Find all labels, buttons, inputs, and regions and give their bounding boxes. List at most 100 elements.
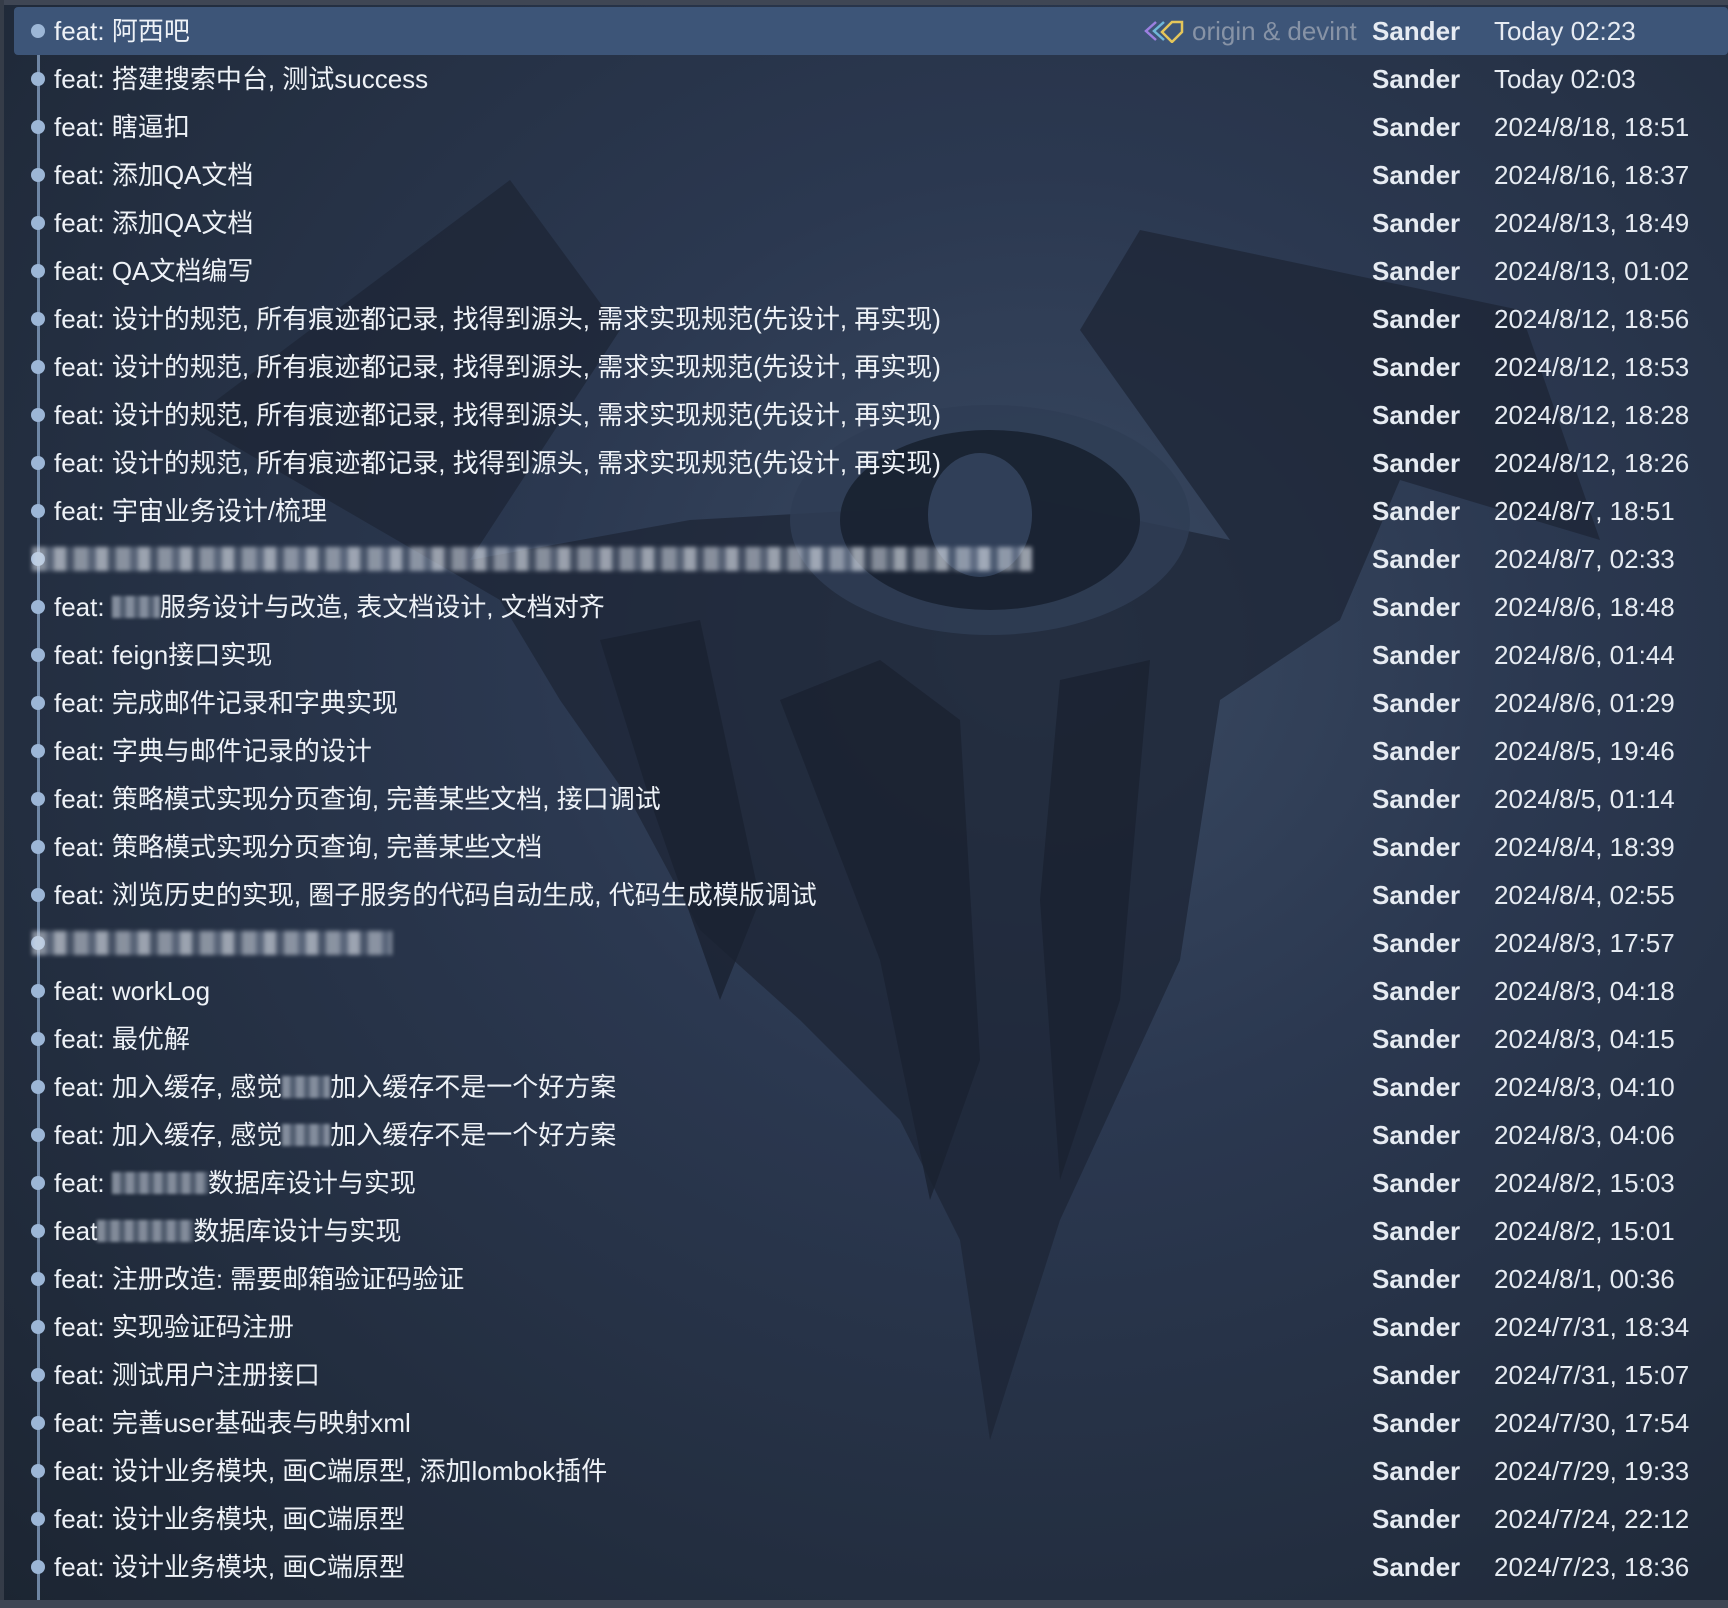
commit-message: feat: 宇宙业务设计/梳理 bbox=[54, 496, 328, 526]
commit-message: feat: 测试用户注册接口 bbox=[54, 1360, 320, 1390]
commit-row[interactable]: feat: 策略模式实现分页查询, 完善某些文档 Sander 2024/8/4, … bbox=[14, 823, 1728, 871]
commit-author: Sander bbox=[1372, 976, 1461, 1006]
commit-node-icon bbox=[31, 1032, 45, 1046]
commit-author: Sander bbox=[1372, 1120, 1461, 1150]
commit-date: 2024/8/4, 02:55 bbox=[1494, 880, 1675, 910]
commit-list: feat: 阿西吧 origin & devint Sander Today 02:2… bbox=[14, 7, 1728, 1591]
commit-date: 2024/8/18, 18:51 bbox=[1494, 112, 1690, 142]
redacted-message bbox=[32, 931, 392, 955]
commit-date: 2024/8/12, 18:53 bbox=[1494, 352, 1690, 382]
commit-message: feat: 完善user基础表与映射xml bbox=[54, 1408, 411, 1438]
commit-message: feat: 实现验证码注册 bbox=[54, 1312, 294, 1342]
commit-date: Today 02:03 bbox=[1494, 64, 1636, 94]
commit-node-icon bbox=[31, 600, 45, 614]
commit-row[interactable]: feat: QA文档编写 Sander 2024/8/13, 01:02 bbox=[14, 247, 1728, 295]
commit-row[interactable]: feat: 完成邮件记录和字典实现 Sander 2024/8/6, 01:29 bbox=[14, 679, 1728, 727]
commit-row[interactable]: feat: 字典与邮件记录的设计 Sander 2024/8/5, 19:46 bbox=[14, 727, 1728, 775]
commit-message: feat: 浏览历史的实现, 圈子服务的代码自动生成, 代码生成模版调试 bbox=[54, 880, 817, 910]
branch-refs-label: origin & devint bbox=[1142, 7, 1357, 55]
commit-row[interactable]: feat: 设计的规范, 所有痕迹都记录, 找得到源头, 需求实现规范(先设计,… bbox=[14, 295, 1728, 343]
commit-node-icon bbox=[31, 120, 45, 134]
tag-icon bbox=[1144, 20, 1184, 44]
commit-node-icon bbox=[31, 1176, 45, 1190]
commit-node-icon bbox=[31, 1512, 45, 1526]
commit-row[interactable]: feat: 添加QA文档 Sander 2024/8/16, 18:37 bbox=[14, 151, 1728, 199]
commit-row[interactable]: feat: 服务设计与改造, 表文档设计, 文档对齐 Sander 2024/8/6… bbox=[14, 583, 1728, 631]
commit-date: 2024/8/12, 18:28 bbox=[1494, 400, 1690, 430]
redacted-word bbox=[111, 596, 160, 619]
commit-row[interactable]: feat: 测试用户注册接口 Sander 2024/7/31, 15:07 bbox=[14, 1351, 1728, 1399]
commit-row[interactable]: feat: 注册改造: 需要邮箱验证码验证 Sander 2024/8/1, 00:… bbox=[14, 1255, 1728, 1303]
commit-date: 2024/7/31, 15:07 bbox=[1494, 1360, 1690, 1390]
commit-row[interactable]: feat: 加入缓存, 感觉 加入缓存不是一个好方案 Sander 2024/8/3,… bbox=[14, 1111, 1728, 1159]
commit-row[interactable]: feat: 搭建搜索中台, 测试success Sander Today 02:03 bbox=[14, 55, 1728, 103]
commit-node-icon bbox=[31, 1224, 45, 1238]
commit-message: feat: 服务设计与改造, 表文档设计, 文档对齐 bbox=[54, 583, 605, 631]
commit-message: feat: 添加QA文档 bbox=[54, 208, 254, 238]
commit-node-icon bbox=[31, 1128, 45, 1142]
commit-row[interactable]: feat: workLog Sander 2024/8/3, 04:18 bbox=[14, 967, 1728, 1015]
commit-message: feat: 设计的规范, 所有痕迹都记录, 找得到源头, 需求实现规范(先设计,… bbox=[54, 352, 941, 382]
commit-author: Sander bbox=[1372, 160, 1461, 190]
commit-author: Sander bbox=[1372, 832, 1461, 862]
commit-message: feat: 注册改造: 需要邮箱验证码验证 bbox=[54, 1264, 465, 1294]
commit-node-icon bbox=[31, 312, 45, 326]
commit-row[interactable]: feat: 数据库设计与实现 Sander 2024/8/2, 15:03 bbox=[14, 1159, 1728, 1207]
commit-row[interactable]: feat: 设计的规范, 所有痕迹都记录, 找得到源头, 需求实现规范(先设计,… bbox=[14, 439, 1728, 487]
commit-row[interactable]: feat: 完善user基础表与映射xml Sander 2024/7/30, 17… bbox=[14, 1399, 1728, 1447]
commit-author: Sander bbox=[1372, 400, 1461, 430]
commit-author: Sander bbox=[1372, 1504, 1461, 1534]
commit-row[interactable]: feat: 加入缓存, 感觉 加入缓存不是一个好方案 Sander 2024/8/3,… bbox=[14, 1063, 1728, 1111]
redacted-message bbox=[32, 547, 1032, 571]
commit-row[interactable]: feat: 设计业务模块, 画C端原型 Sander 2024/7/23, 18:3… bbox=[14, 1543, 1728, 1591]
commit-row[interactable]: feat: feign接口实现 Sander 2024/8/6, 01:44 bbox=[14, 631, 1728, 679]
commit-row[interactable]: feat: 浏览历史的实现, 圈子服务的代码自动生成, 代码生成模版调试 Sand… bbox=[14, 871, 1728, 919]
commit-node-icon bbox=[31, 888, 45, 902]
commit-author: Sander bbox=[1372, 64, 1461, 94]
commit-node-icon bbox=[31, 168, 45, 182]
commit-row[interactable]: feat: 阿西吧 origin & devint Sander Today 02:2… bbox=[14, 7, 1728, 55]
commit-author: Sander bbox=[1372, 1312, 1461, 1342]
commit-row[interactable]: feat: 设计业务模块, 画C端原型, 添加lombok插件 Sander 202… bbox=[14, 1447, 1728, 1495]
commit-node-icon bbox=[31, 216, 45, 230]
commit-author: Sander bbox=[1372, 1264, 1461, 1294]
commit-message: feat: 设计的规范, 所有痕迹都记录, 找得到源头, 需求实现规范(先设计,… bbox=[54, 400, 941, 430]
top-border bbox=[0, 0, 1728, 5]
commit-message-prefix: feat: 加入缓存, 感觉 bbox=[54, 1120, 283, 1150]
commit-node-icon bbox=[31, 1368, 45, 1382]
commit-row[interactable]: feat 数据库设计与实现 Sander 2024/8/2, 15:01 bbox=[14, 1207, 1728, 1255]
commit-author: Sander bbox=[1372, 256, 1461, 286]
commit-node-icon bbox=[31, 648, 45, 662]
commit-node-icon bbox=[31, 360, 45, 374]
commit-node-icon bbox=[31, 1464, 45, 1478]
commit-row[interactable]: feat: 最优解 Sander 2024/8/3, 04:15 bbox=[14, 1015, 1728, 1063]
commit-author: Sander bbox=[1372, 496, 1461, 526]
commit-node-icon bbox=[31, 1272, 45, 1286]
commit-message: feat: 搭建搜索中台, 测试success bbox=[54, 64, 429, 94]
commit-row[interactable]: feat: 策略模式实现分页查询, 完善某些文档, 接口调试 Sander 2024… bbox=[14, 775, 1728, 823]
commit-node-icon bbox=[31, 1560, 45, 1574]
commit-row[interactable]: feat: 设计业务模块, 画C端原型 Sander 2024/7/24, 22:1… bbox=[14, 1495, 1728, 1543]
commit-date: 2024/8/1, 00:36 bbox=[1494, 1264, 1675, 1294]
commit-row[interactable]: feat: 设计的规范, 所有痕迹都记录, 找得到源头, 需求实现规范(先设计,… bbox=[14, 343, 1728, 391]
commit-message-prefix: feat bbox=[54, 1216, 98, 1246]
commit-author: Sander bbox=[1372, 1456, 1461, 1486]
commit-row[interactable]: feat: 宇宙业务设计/梳理 Sander 2024/8/7, 18:51 bbox=[14, 487, 1728, 535]
commit-author: Sander bbox=[1372, 352, 1461, 382]
commit-message: feat: 策略模式实现分页查询, 完善某些文档 bbox=[54, 832, 543, 862]
redacted-word bbox=[282, 1124, 331, 1147]
commit-node-icon bbox=[31, 984, 45, 998]
commit-author: Sander bbox=[1372, 736, 1461, 766]
commit-row[interactable]: Sander 2024/8/3, 17:57 bbox=[14, 919, 1728, 967]
commit-row[interactable]: feat: 实现验证码注册 Sander 2024/7/31, 18:34 bbox=[14, 1303, 1728, 1351]
commit-node-icon bbox=[31, 696, 45, 710]
commit-row[interactable]: Sander 2024/8/7, 02:33 bbox=[14, 535, 1728, 583]
commit-author: Sander bbox=[1372, 208, 1461, 238]
commit-date: 2024/8/3, 04:18 bbox=[1494, 976, 1675, 1006]
commit-message: feat: 添加QA文档 bbox=[54, 160, 254, 190]
commit-date: 2024/7/31, 18:34 bbox=[1494, 1312, 1690, 1342]
commit-row[interactable]: feat: 瞎逼扣 Sander 2024/8/18, 18:51 bbox=[14, 103, 1728, 151]
commit-row[interactable]: feat: 添加QA文档 Sander 2024/8/13, 18:49 bbox=[14, 199, 1728, 247]
commit-message: feat: 字典与邮件记录的设计 bbox=[54, 736, 372, 766]
commit-row[interactable]: feat: 设计的规范, 所有痕迹都记录, 找得到源头, 需求实现规范(先设计,… bbox=[14, 391, 1728, 439]
